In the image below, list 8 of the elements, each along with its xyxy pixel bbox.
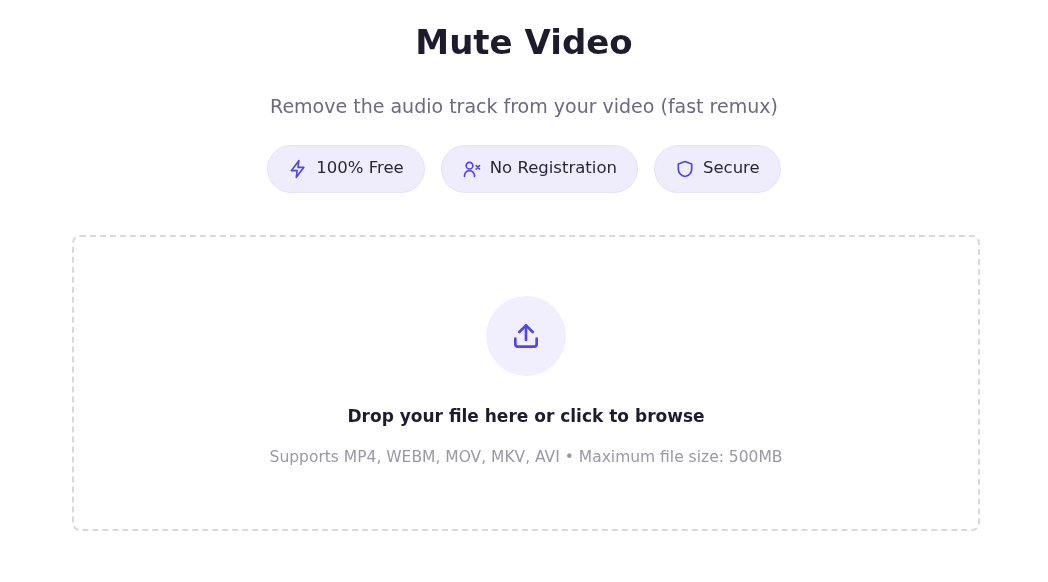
dropzone-hint: Supports MP4, WEBM, MOV, MKV, AVI • Maximum file size: 500MB bbox=[269, 446, 783, 468]
file-dropzone[interactable]: Drop your file here or click to browse Supports MP4, WEBM, MOV, MKV, AVI • Maximum file size: 500MB bbox=[72, 234, 980, 531]
feature-badge: No Registration bbox=[440, 144, 638, 193]
page-subtitle: Remove the audio track from your video (fast remux) bbox=[269, 94, 779, 119]
dropzone-prompt: Drop your file here or click to browse bbox=[347, 405, 705, 429]
feature-badge: 100% Free bbox=[267, 144, 425, 193]
page-title: Mute Video bbox=[414, 21, 634, 64]
feature-badge: Secure bbox=[653, 144, 781, 193]
